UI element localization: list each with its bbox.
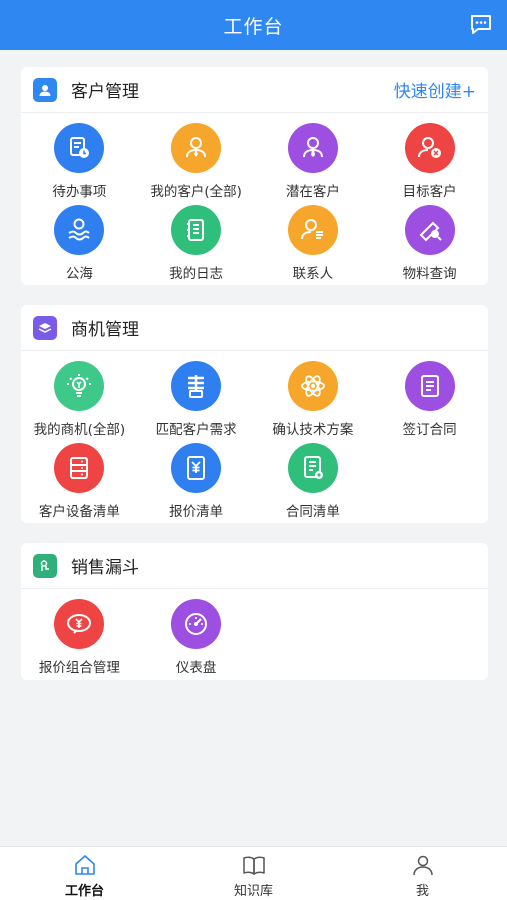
menu-item-device-list[interactable]: 客户设备清单 [21,443,138,525]
layers-icon [33,315,57,340]
my-customer-icon [171,123,222,173]
funnel-section-icon [33,553,57,578]
menu-item-label: 签订合同 [402,422,457,438]
message-icon[interactable] [469,12,493,36]
menu-item-label: 我的客户(全部) [150,184,242,200]
tab-person[interactable]: 我 [338,847,507,900]
menu-item-contract-list[interactable]: 合同清单 [255,443,372,525]
device-list-icon [54,443,105,493]
menu-item-match[interactable]: 匹配客户需求 [138,361,255,443]
menu-item-label: 潜在客户 [285,184,340,200]
menu-item-label: 匹配客户需求 [155,422,237,438]
menu-item-my-customer[interactable]: 我的客户(全部) [138,123,255,205]
menu-item-label: 仪表盘 [175,660,217,676]
match-icon [171,361,222,411]
journal-icon [171,205,222,255]
tab-label: 我 [415,884,429,899]
person-icon [410,853,436,877]
contract-list-icon [287,443,338,493]
section-title: 客户管理 [71,82,139,102]
card-header: 销售漏斗 [21,543,488,589]
public-sea-icon [54,205,105,255]
bulb-icon [54,361,105,411]
menu-item-label: 报价清单 [169,504,224,520]
section-title: 商机管理 [71,320,139,340]
menu-item-label: 公海 [65,266,93,282]
tab-label: 工作台 [64,884,104,899]
app-header: 工作台 [0,0,507,50]
book-icon [241,853,267,877]
menu-item-label: 我的商机(全部) [33,422,126,438]
menu-item-quote-combo[interactable]: 报价组合管理 [21,599,138,681]
tab-label: 知识库 [233,884,273,899]
menu-item-bulb[interactable]: 我的商机(全部) [21,361,138,443]
todo-icon [54,123,105,173]
target-customer-icon [404,123,455,173]
menu-item-public-sea[interactable]: 公海 [21,205,138,287]
menu-item-atom[interactable]: 确认技术方案 [255,361,372,443]
page-title: 工作台 [223,15,284,38]
quote-list-icon [171,443,222,493]
section-title: 销售漏斗 [71,558,139,578]
customer-management-card: 客户管理 快速创建+ 待办事项 我的客户(全部) 潜在客户 目标客户公海 我的日志 联系人… [21,67,488,285]
menu-item-label: 客户设备清单 [38,504,120,520]
customer-section-icon [33,77,57,102]
menu-item-label: 合同清单 [285,504,340,520]
contact-icon [287,205,338,255]
menu-item-label: 联系人 [292,266,334,282]
card-header: 客户管理 快速创建+ [21,67,488,113]
sign-contract-icon [404,361,455,411]
menu-item-target-customer[interactable]: 目标客户 [371,123,488,205]
menu-item-label: 待办事项 [52,184,107,200]
menu-item-potential-customer[interactable]: 潜在客户 [255,123,372,205]
menu-item-label: 物料查询 [402,266,457,282]
opportunity-grid: 我的商机(全部) 匹配客户需求 确认技术方案 签订合同客户设备清单 报价清单 合同清单 [21,351,488,525]
opportunity-management-card: 商机管理 我的商机(全部) 匹配客户需求 确认技术方案 签订合同客户设备清单 报价清单 合… [21,305,488,523]
material-search-icon [404,205,455,255]
quick-create-link[interactable]: 快速创建+ [394,77,476,102]
menu-item-material-search[interactable]: 物料查询 [371,205,488,287]
menu-item-todo[interactable]: 待办事项 [21,123,138,205]
bottom-tab-bar: 工作台 知识库 我 [0,846,507,900]
menu-item-sign-contract[interactable]: 签订合同 [371,361,488,443]
tab-home[interactable]: 工作台 [0,847,169,900]
menu-item-journal[interactable]: 我的日志 [138,205,255,287]
card-header: 商机管理 [21,305,488,351]
menu-item-label: 报价组合管理 [38,660,120,676]
menu-item-label: 我的日志 [169,266,224,282]
sales-funnel-card: 销售漏斗 报价组合管理 仪表盘 [21,543,488,680]
customer-grid: 待办事项 我的客户(全部) 潜在客户 目标客户公海 我的日志 联系人 物料查询 [21,113,488,287]
atom-icon [287,361,338,411]
potential-customer-icon [287,123,338,173]
menu-item-dashboard[interactable]: 仪表盘 [138,599,255,681]
home-icon [72,853,98,877]
dashboard-icon [171,599,222,649]
menu-item-label: 目标客户 [402,184,457,200]
funnel-grid: 报价组合管理 仪表盘 [21,589,488,681]
quote-combo-icon [54,599,105,649]
tab-book[interactable]: 知识库 [169,847,338,900]
menu-item-contact[interactable]: 联系人 [255,205,372,287]
menu-item-quote-list[interactable]: 报价清单 [138,443,255,525]
menu-item-label: 确认技术方案 [272,422,354,438]
